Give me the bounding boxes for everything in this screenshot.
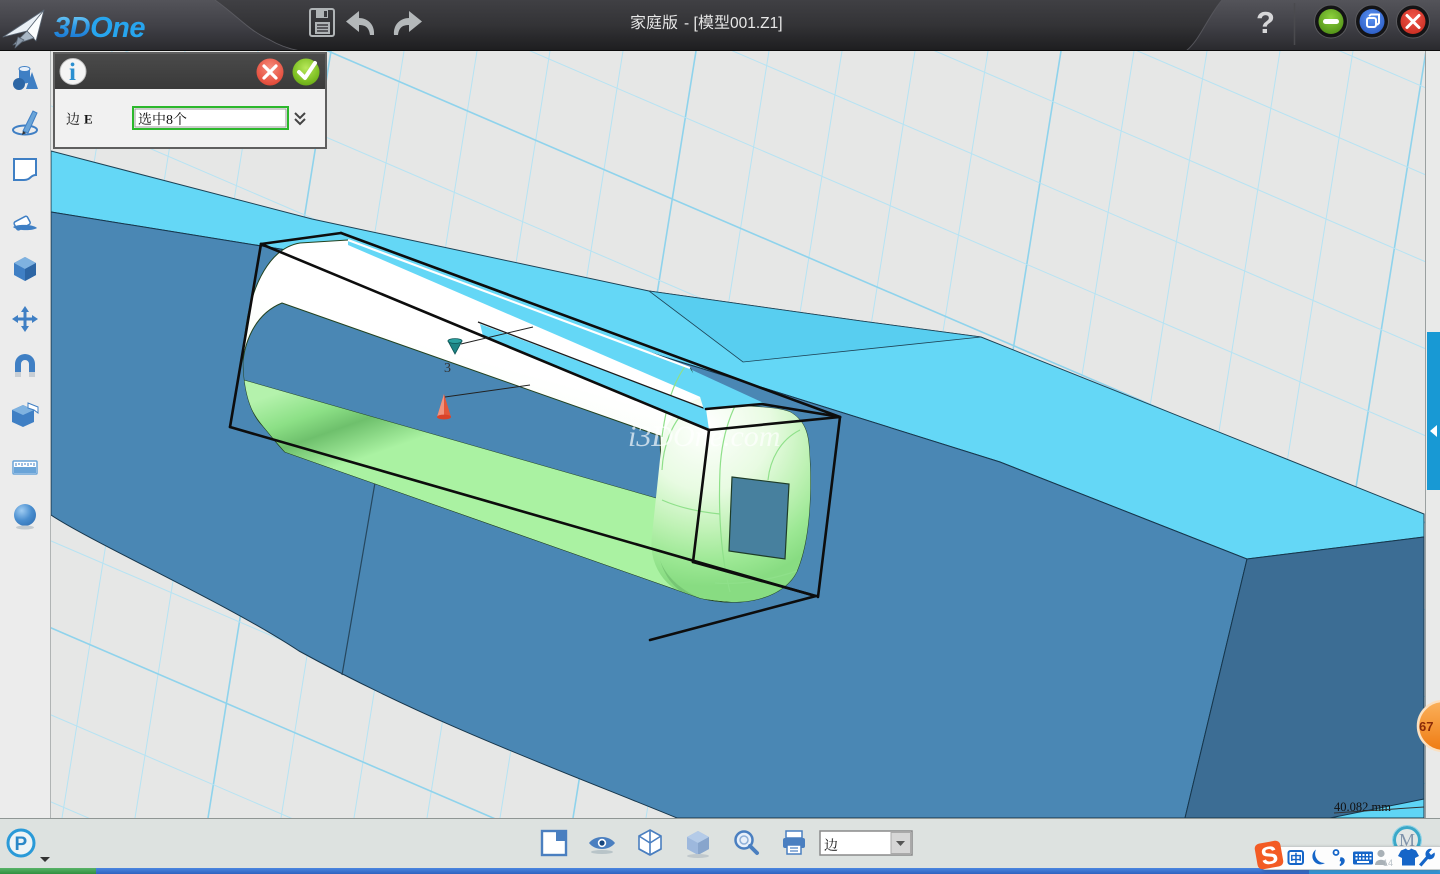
- svg-text:001.Z1]: 001.Z1]: [730, 15, 783, 32]
- svg-text:?: ?: [1256, 5, 1275, 40]
- svg-text:3: 3: [444, 361, 451, 376]
- svg-text:14: 14: [1383, 858, 1393, 868]
- svg-text:40.082 mm: 40.082 mm: [1334, 800, 1391, 814]
- svg-text:67: 67: [1419, 719, 1433, 734]
- svg-text:3DOne: 3DOne: [54, 12, 145, 44]
- svg-text:i: i: [69, 59, 76, 86]
- svg-text:E: E: [84, 112, 93, 127]
- svg-text:8: 8: [166, 113, 173, 128]
- svg-text:P: P: [15, 834, 28, 855]
- svg-text:- [: - [: [684, 15, 698, 32]
